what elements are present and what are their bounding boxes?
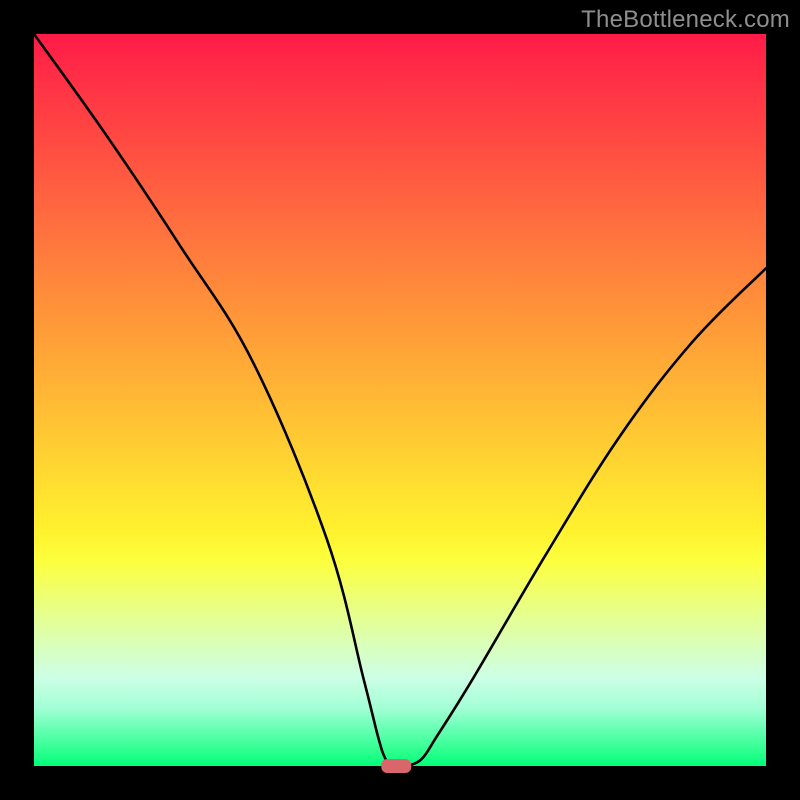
plot-area [34, 34, 766, 766]
min-marker [381, 759, 411, 773]
curve-layer [34, 34, 766, 766]
bottleneck-curve [34, 34, 766, 767]
watermark-text: TheBottleneck.com [581, 6, 790, 34]
chart-frame: TheBottleneck.com [0, 0, 800, 800]
